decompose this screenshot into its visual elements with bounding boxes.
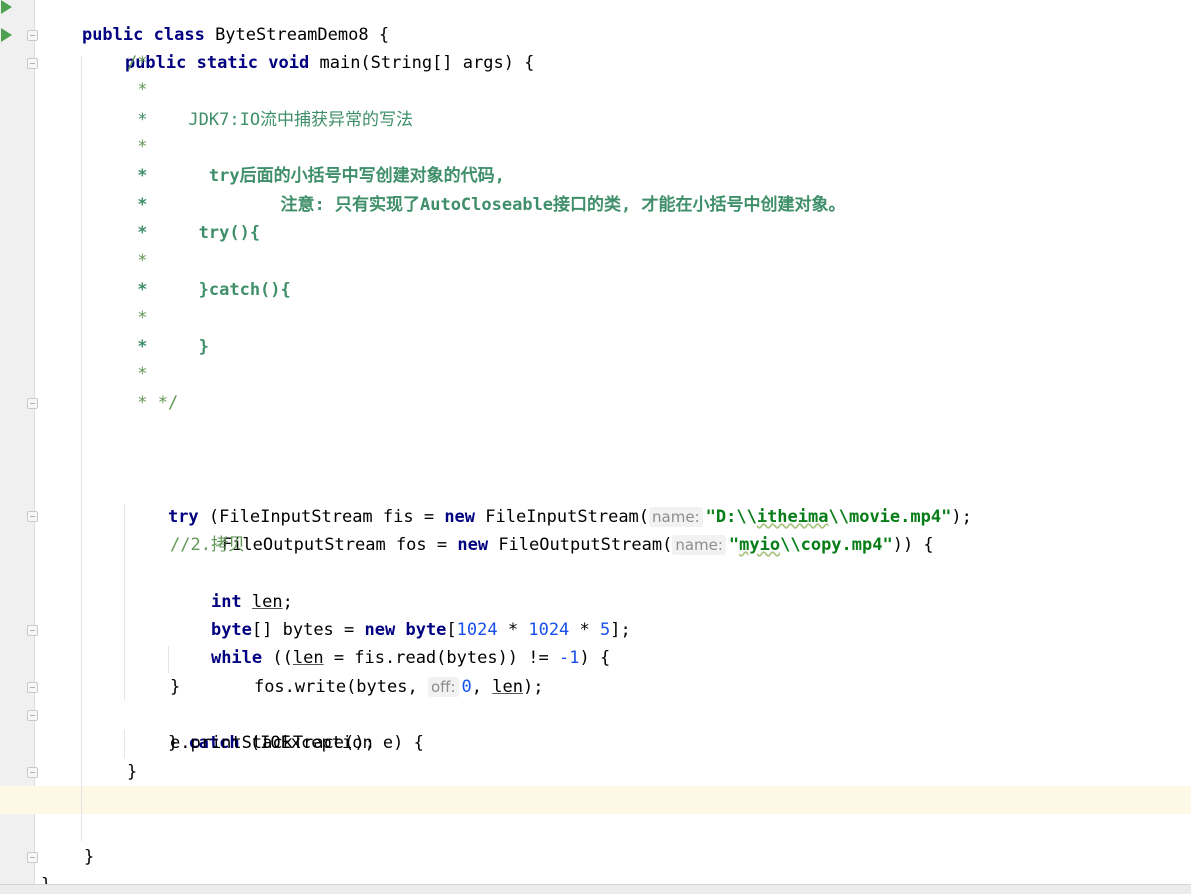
- closing-brace[interactable]: }: [84, 843, 94, 871]
- fold-icon[interactable]: [27, 682, 38, 693]
- comment-line[interactable]: *: [127, 360, 147, 388]
- fold-icon[interactable]: [27, 710, 38, 721]
- code-line-byte-array[interactable]: byte[] bytes = new byte[1024 * 1024 * 5]…: [170, 588, 631, 640]
- indent-guide: [124, 504, 125, 700]
- string-literal: ": [728, 535, 740, 555]
- comment-line[interactable]: * JDK7:IO流中捕获异常的写法: [127, 106, 413, 134]
- comment-line[interactable]: * 注意: 只有实现了AutoCloseable接口的类, 才能在小括号中创建对…: [127, 191, 845, 219]
- indent-guide: [168, 646, 169, 673]
- closing-brace[interactable]: }: [170, 673, 180, 701]
- code-line-main-declaration[interactable]: public static void main(String[] args) {: [84, 21, 534, 73]
- status-bar: [0, 884, 1191, 894]
- punctuation: ];: [610, 620, 631, 640]
- fold-icon[interactable]: [27, 767, 38, 778]
- punctuation: );: [522, 677, 544, 697]
- closing-brace[interactable]: }: [127, 758, 137, 786]
- fold-icon[interactable]: [27, 398, 38, 409]
- variable: len: [492, 677, 523, 697]
- comment-line[interactable]: *: [127, 133, 147, 161]
- fold-icon[interactable]: [27, 625, 38, 636]
- indent-guide: [81, 56, 82, 841]
- code-line-write[interactable]: fos.write(bytes, off: 0, len);: [213, 645, 543, 697]
- comment-line[interactable]: * }: [127, 333, 209, 361]
- line-comment[interactable]: //2.拷贝: [170, 531, 245, 559]
- keyword: void: [268, 53, 310, 73]
- comment-line[interactable]: *: [127, 76, 147, 104]
- code-text: fos.write(bytes,: [253, 677, 428, 697]
- string-literal: copy.mp4": [800, 535, 893, 555]
- code-text: FileOutputStream(: [488, 535, 673, 555]
- parameter-hint: name:: [672, 535, 726, 555]
- string-literal: myio: [739, 535, 781, 555]
- run-class-icon[interactable]: [1, 0, 12, 14]
- parameter-hint: off:: [427, 677, 459, 697]
- indent-guide: [124, 730, 125, 758]
- comment-line[interactable]: /*: [127, 49, 147, 77]
- string-escape: \\: [780, 535, 801, 555]
- code-line-try[interactable]: try (FileInputStream fis = new FileInput…: [127, 475, 972, 527]
- comment-line[interactable]: * try(){: [127, 219, 260, 247]
- code-line-int[interactable]: int len;: [170, 560, 293, 612]
- code-line-print-stack-trace[interactable]: e.printStackTrace();: [170, 729, 375, 757]
- fold-icon[interactable]: [27, 58, 38, 69]
- keyword: new: [457, 535, 489, 555]
- comment-line[interactable]: * */: [127, 389, 178, 417]
- fold-icon[interactable]: [27, 852, 38, 863]
- keyword: static: [196, 53, 259, 73]
- number-literal: 0: [461, 677, 472, 697]
- method-signature: main(String[] args) {: [309, 53, 535, 73]
- code-text: FileOutputStream fos =: [221, 535, 458, 555]
- run-main-icon[interactable]: [1, 28, 12, 42]
- punctuation: ) {: [579, 648, 611, 668]
- comment-line[interactable]: *: [127, 304, 147, 332]
- fold-icon[interactable]: [27, 511, 38, 522]
- code-line-class-declaration[interactable]: public class ByteStreamDemo8 {: [41, 0, 389, 45]
- comment-line[interactable]: * try后面的小括号中写创建对象的代码,: [127, 162, 505, 190]
- closing-brace[interactable]: }: [41, 871, 51, 884]
- punctuation: )) {: [892, 535, 934, 555]
- code-line-while[interactable]: while ((len = fis.read(bytes)) != -1) {: [170, 616, 610, 668]
- number-literal: -1: [558, 648, 580, 668]
- fold-icon[interactable]: [27, 30, 38, 41]
- punctuation: ,: [471, 677, 493, 697]
- comment-line[interactable]: *: [127, 247, 147, 275]
- editor-gutter: [0, 0, 35, 884]
- code-line-catch[interactable]: } catch (IOException e) {: [127, 701, 424, 753]
- punctuation: );: [951, 507, 972, 527]
- comment-line[interactable]: * }catch(){: [127, 276, 291, 304]
- current-line-highlight: [0, 786, 1191, 814]
- code-line-fos[interactable]: FileOutputStream fos = new FileOutputStr…: [181, 503, 934, 555]
- code-editor[interactable]: public class ByteStreamDemo8 { public st…: [0, 0, 1191, 894]
